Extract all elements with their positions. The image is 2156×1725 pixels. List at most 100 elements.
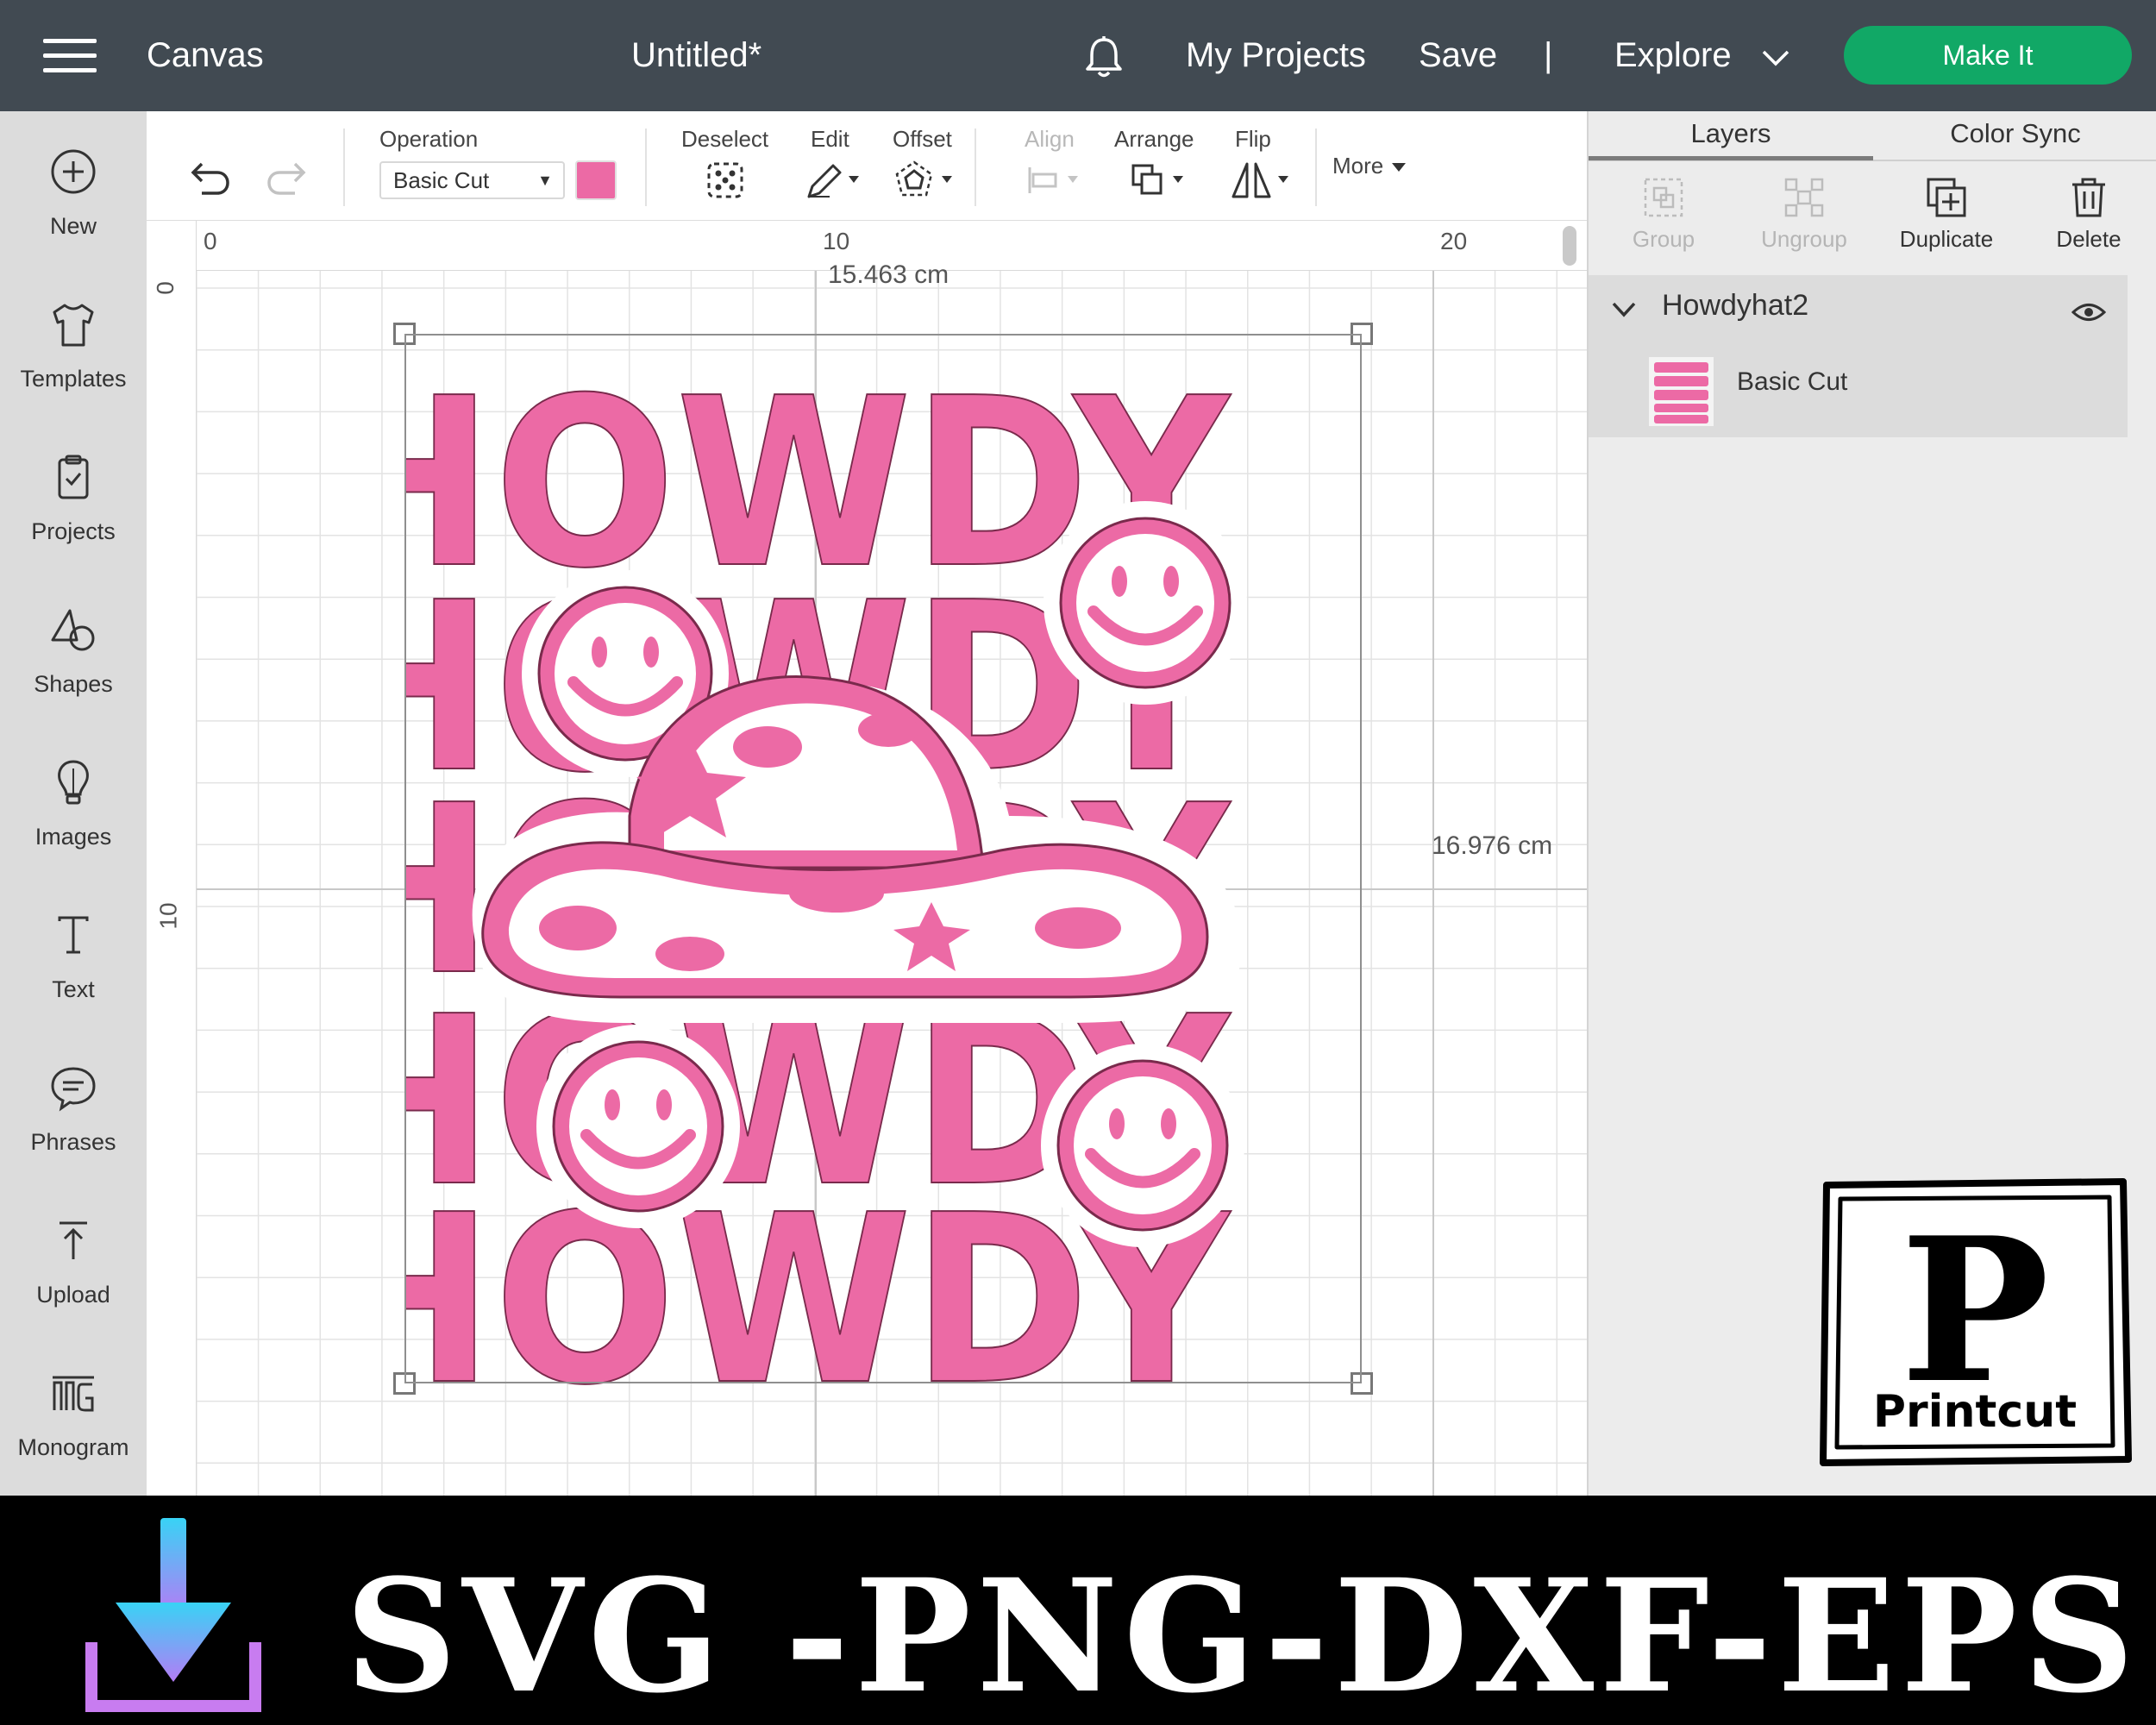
design-canvas[interactable]: 0 10 20 0 10 15.463 cm 16.976 cm HOWDY H… <box>147 221 1587 1496</box>
lightbulb-icon <box>58 760 89 805</box>
arrange-icon[interactable] <box>1128 159 1194 202</box>
smiley-face-icon <box>1044 501 1247 705</box>
layer-group-row[interactable]: Howdyhat2 Basic Cut <box>1589 275 2128 437</box>
flip-label: Flip <box>1235 126 1271 152</box>
tab-layers[interactable]: Layers <box>1589 118 1873 161</box>
shapes-icon <box>51 609 95 651</box>
explore-menu[interactable]: Explore <box>1614 36 1732 75</box>
top-bar: Canvas Untitled* My Projects Save | Expl… <box>0 0 2156 111</box>
sidebar-item-label: Projects <box>31 518 116 544</box>
eye-icon[interactable] <box>2071 301 2106 323</box>
group-icon <box>1644 178 1683 217</box>
align-label: Align <box>1025 126 1075 152</box>
pen-edit-icon[interactable] <box>804 159 864 202</box>
resize-handle[interactable] <box>393 323 416 345</box>
logo-brand: Printcut <box>1873 1386 2077 1438</box>
ruler-tick-label: 10 <box>154 902 182 930</box>
resize-handle[interactable] <box>393 1372 416 1395</box>
sidebar-item-projects[interactable]: Projects <box>0 434 147 563</box>
sidebar-item-label: New <box>49 213 97 239</box>
hamburger-menu-icon[interactable] <box>43 39 97 73</box>
more-menu[interactable]: More <box>1332 153 1383 179</box>
sidebar-item-label: Shapes <box>34 671 113 697</box>
formats-text: SVG -PNG-DXF-EPS <box>345 1546 2140 1725</box>
sidebar-item-label: Upload <box>36 1282 110 1308</box>
layer-operation-label: Basic Cut <box>1737 367 1848 396</box>
plus-circle-icon <box>51 149 96 194</box>
caret-down-icon[interactable] <box>1390 161 1407 173</box>
document-title[interactable]: Untitled* <box>631 36 761 75</box>
deselect-icon[interactable] <box>704 159 747 202</box>
make-it-button[interactable]: Make It <box>1844 26 2132 85</box>
deselect-label: Deselect <box>681 126 769 152</box>
toolbar-divider <box>1315 129 1317 206</box>
text-icon <box>58 916 89 954</box>
resize-handle[interactable] <box>1351 1372 1373 1395</box>
ungroup-icon <box>1784 178 1824 217</box>
ruler-tick-label: 20 <box>1440 228 1468 254</box>
sidebar-item-images[interactable]: Images <box>0 739 147 869</box>
sidebar-item-label: Images <box>34 824 112 850</box>
sidebar-item-label: Text <box>52 976 95 1002</box>
sidebar-item-label: Templates <box>20 366 127 392</box>
delete-button[interactable]: Delete <box>2024 176 2153 262</box>
resize-handle[interactable] <box>1351 323 1373 345</box>
sidebar-item-monogram[interactable]: Monogram <box>0 1350 147 1479</box>
ruler-vertical: 0 10 <box>147 221 197 1496</box>
duplicate-button[interactable]: Duplicate <box>1882 176 2011 262</box>
sidebar-item-shapes[interactable]: Shapes <box>0 586 147 716</box>
ruler-tick-label: 0 <box>151 281 179 295</box>
monogram-icon <box>53 1376 94 1412</box>
align-icon[interactable] <box>1025 159 1085 202</box>
operation-color-swatch[interactable] <box>575 160 617 200</box>
tab-color-sync[interactable]: Color Sync <box>1873 118 2156 161</box>
delete-label: Delete <box>2056 226 2122 252</box>
active-tab-indicator <box>1589 156 1873 160</box>
upload-icon <box>60 1221 87 1259</box>
sidebar-item-text[interactable]: Text <box>0 892 147 1021</box>
smiley-face-icon <box>536 1025 740 1228</box>
sidebar-item-templates[interactable]: Templates <box>0 281 147 411</box>
group-label: Group <box>1632 226 1695 252</box>
app-root: Canvas Untitled* My Projects Save | Expl… <box>0 0 2156 1725</box>
canvas-scrollbar[interactable] <box>1563 226 1576 266</box>
caret-down-icon: ▼ <box>537 172 553 189</box>
left-sidebar: New Templates Projects Shapes Images Tex… <box>0 111 147 1496</box>
ruler-tick-label: 10 <box>823 228 850 254</box>
toolbar-divider <box>975 129 976 206</box>
sidebar-item-label: Monogram <box>17 1434 129 1460</box>
tshirt-icon <box>53 304 94 347</box>
app-title: Canvas <box>147 36 264 74</box>
redo-icon[interactable] <box>266 159 314 202</box>
operation-value: Basic Cut <box>393 167 490 193</box>
smiley-face-icon <box>1041 1044 1244 1247</box>
sidebar-item-upload[interactable]: Upload <box>0 1197 147 1327</box>
operation-select[interactable]: Basic Cut ▼ <box>379 161 565 199</box>
speech-bubble-icon <box>51 1067 96 1112</box>
chevron-down-icon[interactable] <box>1761 48 1790 67</box>
arrange-label: Arrange <box>1114 126 1194 152</box>
bell-icon[interactable] <box>1082 34 1125 79</box>
trash-icon <box>2072 178 2105 217</box>
save-button[interactable]: Save <box>1419 36 1497 75</box>
layer-thumbnail <box>1649 357 1714 426</box>
format-banner: SVG -PNG-DXF-EPS <box>0 1496 2156 1725</box>
sidebar-item-phrases[interactable]: Phrases <box>0 1044 147 1174</box>
download-icon[interactable] <box>85 1513 262 1718</box>
toolbar-divider <box>343 129 345 206</box>
operation-label: Operation <box>379 126 479 152</box>
group-button[interactable]: Group <box>1599 176 1728 262</box>
edit-label: Edit <box>811 126 849 152</box>
offset-icon[interactable] <box>892 159 957 202</box>
topbar-separator: | <box>1544 36 1553 74</box>
width-dimension-label: 15.463 cm <box>828 260 950 289</box>
edit-toolbar: Operation Basic Cut ▼ Deselect Edit Offs… <box>147 111 1587 221</box>
ungroup-button[interactable]: Ungroup <box>1739 176 1869 262</box>
sidebar-item-new[interactable]: New <box>0 129 147 258</box>
selected-design[interactable]: HOWDY HOWDY HOWDY HOWDY HOWDY <box>405 333 1526 1437</box>
chevron-down-icon[interactable] <box>1611 301 1637 318</box>
layer-group-name[interactable]: Howdyhat2 <box>1662 289 1808 323</box>
flip-icon[interactable] <box>1228 159 1294 202</box>
my-projects-link[interactable]: My Projects <box>1186 36 1366 75</box>
undo-icon[interactable] <box>183 159 231 202</box>
